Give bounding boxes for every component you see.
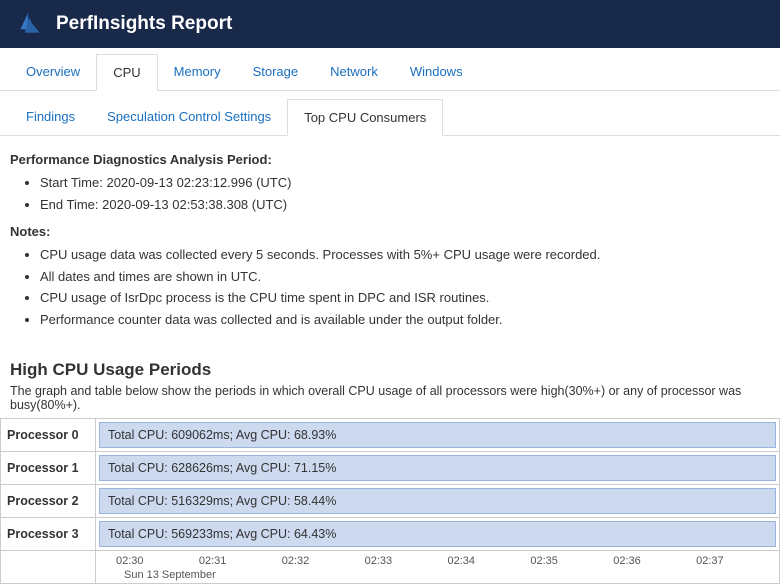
axis-tick: 02:37 — [696, 555, 779, 567]
processor-bar-cell: Total CPU: 628626ms; Avg CPU: 71.15% — [96, 452, 780, 485]
processor-bar-cell: Total CPU: 516329ms; Avg CPU: 58.44% — [96, 485, 780, 518]
processor-bar[interactable]: Total CPU: 609062ms; Avg CPU: 68.93% — [99, 422, 776, 448]
subtab-top-cpu-consumers[interactable]: Top CPU Consumers — [287, 99, 443, 136]
axis-tick: 02:30 — [116, 555, 199, 567]
processor-bar[interactable]: Total CPU: 516329ms; Avg CPU: 58.44% — [99, 488, 776, 514]
axis-tick: 02:33 — [365, 555, 448, 567]
axis-tick: 02:32 — [282, 555, 365, 567]
note-item: All dates and times are shown in UTC. — [40, 267, 770, 287]
main-tab-bar: Overview CPU Memory Storage Network Wind… — [0, 54, 780, 91]
page-title: PerfInsights Report — [56, 13, 232, 35]
axis-tick: 02:36 — [613, 555, 696, 567]
axis-tick: 02:35 — [530, 555, 613, 567]
axis-tick: 02:31 — [199, 555, 282, 567]
main-content: Performance Diagnostics Analysis Period:… — [0, 136, 780, 344]
high-cpu-desc: The graph and table below show the perio… — [10, 384, 770, 412]
tab-cpu[interactable]: CPU — [96, 54, 157, 91]
subtab-speculation[interactable]: Speculation Control Settings — [91, 99, 287, 135]
table-row: Processor 1 Total CPU: 628626ms; Avg CPU… — [1, 452, 780, 485]
axis-tick: 02:34 — [448, 555, 531, 567]
notes-heading: Notes: — [10, 224, 770, 239]
table-row: Processor 2 Total CPU: 516329ms; Avg CPU… — [1, 485, 780, 518]
table-row: Processor 3 Total CPU: 569233ms; Avg CPU… — [1, 518, 780, 551]
analysis-period-list: Start Time: 2020-09-13 02:23:12.996 (UTC… — [10, 173, 770, 214]
analysis-period-heading: Performance Diagnostics Analysis Period: — [10, 152, 770, 167]
processor-label: Processor 1 — [1, 452, 96, 485]
high-cpu-heading: High CPU Usage Periods — [10, 360, 780, 380]
processor-usage-table: Processor 0 Total CPU: 609062ms; Avg CPU… — [0, 418, 780, 584]
note-item: CPU usage data was collected every 5 sec… — [40, 245, 770, 265]
tab-network[interactable]: Network — [314, 54, 394, 90]
end-time-text: End Time: 2020-09-13 02:53:38.308 (UTC) — [40, 195, 770, 215]
note-item: CPU usage of IsrDpc process is the CPU t… — [40, 288, 770, 308]
processor-label: Processor 0 — [1, 419, 96, 452]
processor-bar-cell: Total CPU: 569233ms; Avg CPU: 64.43% — [96, 518, 780, 551]
axis-date-label: Sun 13 September — [96, 567, 779, 581]
app-header: PerfInsights Report — [0, 0, 780, 48]
table-row: Processor 0 Total CPU: 609062ms; Avg CPU… — [1, 419, 780, 452]
time-axis-labels: 02:30 02:31 02:32 02:33 02:34 02:35 02:3… — [96, 555, 779, 567]
processor-bar[interactable]: Total CPU: 569233ms; Avg CPU: 64.43% — [99, 521, 776, 547]
sub-tab-bar: Findings Speculation Control Settings To… — [0, 99, 780, 136]
subtab-findings[interactable]: Findings — [10, 99, 91, 135]
tab-memory[interactable]: Memory — [158, 54, 237, 90]
notes-list: CPU usage data was collected every 5 sec… — [10, 245, 770, 329]
tab-storage[interactable]: Storage — [237, 54, 315, 90]
azure-logo-icon — [16, 10, 44, 38]
time-axis-cell: 02:30 02:31 02:32 02:33 02:34 02:35 02:3… — [96, 551, 780, 584]
processor-bar-cell: Total CPU: 609062ms; Avg CPU: 68.93% — [96, 419, 780, 452]
processor-label: Processor 3 — [1, 518, 96, 551]
tab-overview[interactable]: Overview — [10, 54, 96, 90]
note-item: Performance counter data was collected a… — [40, 310, 770, 330]
tab-windows[interactable]: Windows — [394, 54, 479, 90]
processor-bar[interactable]: Total CPU: 628626ms; Avg CPU: 71.15% — [99, 455, 776, 481]
time-axis-row: 02:30 02:31 02:32 02:33 02:34 02:35 02:3… — [1, 551, 780, 584]
start-time-text: Start Time: 2020-09-13 02:23:12.996 (UTC… — [40, 173, 770, 193]
axis-spacer — [1, 551, 96, 584]
processor-label: Processor 2 — [1, 485, 96, 518]
